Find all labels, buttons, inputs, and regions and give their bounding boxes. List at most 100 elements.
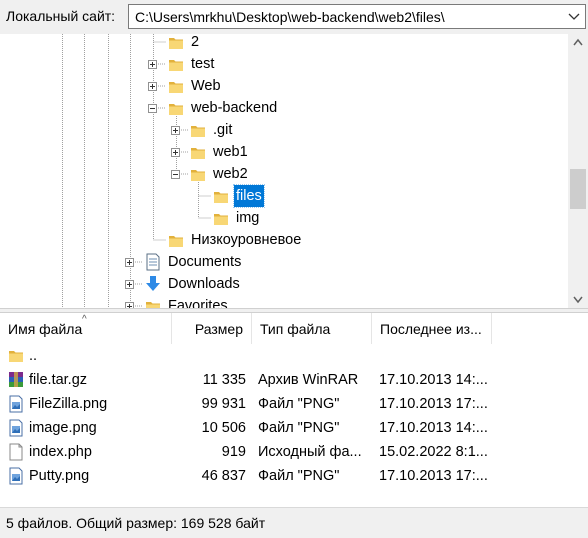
local-site-label: Локальный сайт: bbox=[6, 8, 116, 24]
file-type: Файл "PNG" bbox=[258, 420, 340, 436]
file-type: Файл "PNG" bbox=[258, 396, 340, 412]
tree-node[interactable]: Downloads bbox=[0, 273, 560, 295]
status-bar: 5 файлов. Общий размер: 169 528 байт bbox=[0, 507, 588, 538]
tree-node[interactable]: web-backend bbox=[0, 97, 560, 119]
file-size: 99 931 bbox=[201, 396, 246, 412]
column-header-size[interactable]: Размер bbox=[172, 313, 252, 344]
file-size: 10 506 bbox=[201, 420, 246, 436]
folder-icon bbox=[190, 167, 206, 181]
text-file-icon bbox=[8, 443, 24, 461]
tree-node-label[interactable]: web-backend bbox=[189, 97, 279, 119]
scrollbar-thumb[interactable] bbox=[570, 169, 586, 209]
column-header-modified-label: Последнее из... bbox=[380, 321, 482, 337]
tree-vertical-scrollbar[interactable] bbox=[568, 34, 588, 308]
tree-node[interactable]: Web bbox=[0, 75, 560, 97]
tree-node[interactable]: web2 bbox=[0, 163, 560, 185]
file-type: Архив WinRAR bbox=[258, 372, 359, 388]
expand-toggle-icon[interactable] bbox=[148, 60, 157, 69]
expand-toggle-icon[interactable] bbox=[125, 280, 134, 289]
file-row[interactable]: Putty.png 46 837 Файл "PNG" 17.10.2013 17:.… bbox=[0, 464, 588, 488]
chevron-down-icon[interactable] bbox=[563, 5, 585, 28]
file-row[interactable]: file.tar.gz 11 335 Архив WinRAR 17.10.2013 … bbox=[0, 368, 588, 392]
file-modified: 15.02.2022 8:1... bbox=[379, 444, 487, 460]
tree-node[interactable]: Низкоуровневое bbox=[0, 229, 560, 251]
tree-node[interactable]: Documents bbox=[0, 251, 560, 273]
expand-toggle-icon[interactable] bbox=[125, 258, 134, 267]
folder-icon bbox=[168, 57, 184, 71]
collapse-toggle-icon[interactable] bbox=[148, 104, 157, 113]
file-row[interactable]: image.png 10 506 Файл "PNG" 17.10.2013 14:.… bbox=[0, 416, 588, 440]
tree-node-label[interactable]: Низкоуровневое bbox=[189, 229, 303, 251]
tree-node-label[interactable]: .git bbox=[211, 119, 234, 141]
document-icon bbox=[145, 253, 161, 271]
tree-node[interactable]: test bbox=[0, 53, 560, 75]
column-header-type[interactable]: Тип файла bbox=[252, 313, 372, 344]
folder-icon bbox=[190, 123, 206, 137]
tree-node-label[interactable]: Web bbox=[189, 75, 223, 97]
file-name: image.png bbox=[29, 420, 97, 436]
tree-node-label[interactable]: test bbox=[189, 53, 216, 75]
tree-node-label[interactable]: 2 bbox=[189, 34, 201, 53]
tree-node-label[interactable]: web2 bbox=[211, 163, 250, 185]
file-modified: 17.10.2013 17:... bbox=[379, 396, 487, 412]
column-header-size-label: Размер bbox=[194, 321, 243, 337]
file-list-header: Имя файла ^ Размер Тип файла Последнее и… bbox=[0, 313, 588, 344]
tree-node[interactable]: web1 bbox=[0, 141, 560, 163]
file-size: 46 837 bbox=[201, 468, 246, 484]
file-name: .. bbox=[29, 348, 38, 364]
file-row[interactable]: FileZilla.png 99 931 Файл "PNG" 17.10.2013 … bbox=[0, 392, 588, 416]
folder-icon bbox=[168, 79, 184, 93]
file-name: Putty.png bbox=[29, 468, 90, 484]
tree-node-label[interactable]: img bbox=[234, 207, 261, 229]
folder-icon bbox=[168, 233, 184, 247]
image-file-icon bbox=[8, 419, 24, 437]
file-size: 919 bbox=[221, 444, 246, 460]
expand-toggle-icon[interactable] bbox=[171, 126, 180, 135]
scroll-down-icon[interactable] bbox=[568, 291, 588, 308]
image-file-icon bbox=[8, 395, 24, 413]
expand-toggle-icon[interactable] bbox=[148, 82, 157, 91]
column-header-name[interactable]: Имя файла ^ bbox=[0, 313, 172, 344]
winrar-archive-icon bbox=[8, 371, 24, 389]
expand-toggle-icon[interactable] bbox=[171, 148, 180, 157]
file-row[interactable]: .. bbox=[0, 344, 588, 368]
folder-icon bbox=[213, 189, 229, 203]
tree-node-label[interactable]: Favorites bbox=[166, 295, 230, 308]
file-name: index.php bbox=[29, 444, 92, 460]
file-name: file.tar.gz bbox=[29, 372, 88, 388]
local-site-bar: Локальный сайт: bbox=[0, 0, 588, 35]
file-modified: 17.10.2013 14:... bbox=[379, 372, 487, 388]
tree-node[interactable]: files bbox=[0, 184, 560, 208]
file-modified: 17.10.2013 17:... bbox=[379, 468, 487, 484]
column-header-name-label: Имя файла bbox=[8, 321, 83, 337]
collapse-toggle-icon[interactable] bbox=[171, 170, 180, 179]
download-arrow-icon bbox=[145, 275, 161, 291]
folder-icon bbox=[213, 211, 229, 225]
status-text: 5 файлов. Общий размер: 169 528 байт bbox=[6, 515, 266, 531]
tree-node[interactable]: .git bbox=[0, 119, 560, 141]
tree-node-label[interactable]: Downloads bbox=[166, 273, 242, 295]
local-path-input[interactable] bbox=[135, 8, 555, 25]
file-modified: 17.10.2013 14:... bbox=[379, 420, 487, 436]
tree-node[interactable]: 2 bbox=[0, 34, 560, 53]
tree-node-label[interactable]: Documents bbox=[166, 251, 243, 273]
file-type: Файл "PNG" bbox=[258, 468, 340, 484]
tree-node[interactable]: img bbox=[0, 207, 560, 229]
folder-icon bbox=[8, 347, 24, 365]
file-type: Исходный фа... bbox=[258, 444, 362, 460]
sort-ascending-icon: ^ bbox=[82, 314, 87, 325]
tree-node-label[interactable]: web1 bbox=[211, 141, 250, 163]
tree-node-label[interactable]: files bbox=[233, 184, 265, 208]
file-name: FileZilla.png bbox=[29, 396, 108, 412]
scroll-up-icon[interactable] bbox=[568, 34, 588, 51]
local-path-combobox[interactable] bbox=[128, 4, 586, 29]
file-row[interactable]: index.php 919 Исходный фа... 15.02.2022 8:1… bbox=[0, 440, 588, 464]
folder-icon bbox=[168, 35, 184, 49]
local-directory-tree[interactable]: 2 test Web web-backend .git web1 web2 files img Н… bbox=[0, 34, 568, 308]
folder-icon bbox=[190, 145, 206, 159]
column-header-modified[interactable]: Последнее из... bbox=[372, 313, 492, 344]
tree-node[interactable]: Favorites bbox=[0, 295, 560, 308]
column-header-type-label: Тип файла bbox=[260, 321, 331, 337]
folder-icon bbox=[168, 101, 184, 115]
file-size: 11 335 bbox=[202, 372, 246, 388]
